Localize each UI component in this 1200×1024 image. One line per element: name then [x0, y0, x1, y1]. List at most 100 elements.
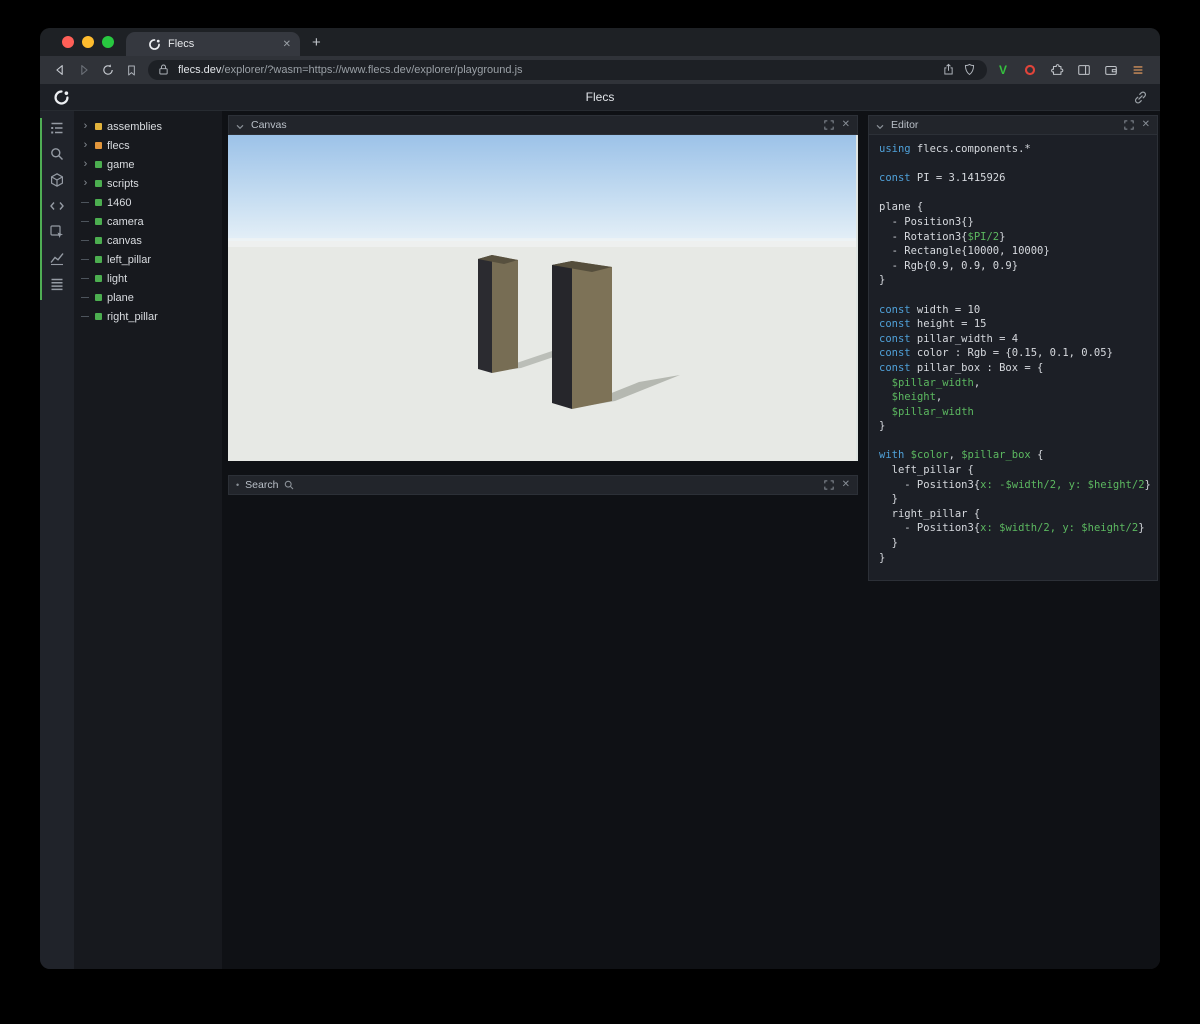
browser-tab[interactable]: Flecs ✕	[126, 32, 300, 56]
sidebar-panel-icon[interactable]	[1076, 62, 1092, 78]
chevron-right-icon[interactable]: ›	[81, 121, 90, 132]
code-line: const pillar_box : Box = {	[879, 361, 1044, 374]
tab-title: Flecs	[168, 38, 195, 50]
code-line: with $color, $pillar_box {	[879, 449, 1044, 462]
tree-item-scripts[interactable]: › scripts	[74, 174, 222, 193]
tree-item-flecs[interactable]: › flecs	[74, 136, 222, 155]
tree-item-assemblies[interactable]: › assemblies	[74, 117, 222, 136]
tree-item-1460[interactable]: 1460	[74, 193, 222, 212]
main-area: Canvas ✕ • Search ✕	[222, 111, 868, 969]
left-pillar-dark-face	[478, 255, 492, 373]
address-bar[interactable]: flecs.dev/explorer/?wasm=https://www.fle…	[148, 60, 987, 80]
expand-panel-icon[interactable]	[822, 479, 836, 491]
tree-guide-line	[81, 221, 90, 222]
code-line: right_pillar {	[879, 507, 981, 520]
chevron-right-icon[interactable]: ›	[81, 159, 90, 170]
tree-item-label: left_pillar	[107, 253, 152, 266]
menu-icon[interactable]	[1130, 62, 1146, 78]
hierarchy-icon[interactable]	[49, 120, 66, 136]
bookmark-icon[interactable]	[120, 64, 142, 77]
canvas-3d-viewport[interactable]	[228, 135, 858, 461]
tree-item-game[interactable]: › game	[74, 155, 222, 174]
code-line: left_pillar {	[879, 464, 974, 477]
red-extension-icon[interactable]	[1022, 62, 1038, 78]
code-line: }	[879, 551, 886, 564]
tree-guide-line	[81, 202, 90, 203]
chevron-right-icon[interactable]: ›	[81, 140, 90, 151]
desktop-background: Flecs ✕ + flecs.dev/explorer/?wasm=https…	[0, 0, 1200, 1024]
tree-item-canvas[interactable]: canvas	[74, 231, 222, 250]
brave-shield-icon[interactable]	[963, 63, 978, 77]
flecs-logo-icon[interactable]	[53, 89, 70, 106]
entity-color-badge	[95, 237, 102, 244]
code-line: using flecs.components.*	[879, 143, 1031, 155]
tab-close-icon[interactable]: ✕	[283, 39, 291, 50]
tree-item-right_pillar[interactable]: right_pillar	[74, 307, 222, 326]
expand-panel-icon[interactable]	[1122, 119, 1136, 131]
new-tab-button[interactable]: +	[312, 34, 321, 51]
entities-icon[interactable]	[49, 172, 66, 188]
chart-icon[interactable]	[49, 250, 66, 266]
app-header: Flecs	[40, 84, 1160, 111]
search-icon[interactable]	[49, 146, 66, 162]
scene-sky	[228, 135, 856, 247]
editor-panel-title: Editor	[891, 119, 919, 131]
entity-color-badge	[95, 313, 102, 320]
code-line: - Position3{x: -$width/2, y: $height/2}	[879, 478, 1151, 491]
expand-panel-icon[interactable]	[822, 119, 836, 131]
url-host: flecs.dev	[178, 64, 222, 76]
chevron-down-icon[interactable]	[876, 121, 885, 130]
close-panel-icon[interactable]: ✕	[842, 120, 850, 130]
canvas-panel: Canvas ✕	[228, 115, 858, 461]
close-panel-icon[interactable]: ✕	[842, 480, 850, 490]
code-icon[interactable]	[49, 198, 66, 214]
code-line: const color : Rgb = {0.15, 0.1, 0.05}	[879, 347, 1113, 360]
zoom-window-button[interactable]	[102, 36, 114, 48]
v-extension-icon[interactable]: V	[995, 62, 1011, 78]
close-window-button[interactable]	[62, 36, 74, 48]
inspector-icon[interactable]	[49, 224, 66, 240]
back-button[interactable]	[48, 59, 72, 81]
statistics-icon[interactable]	[49, 276, 66, 292]
editor-panel-header: Editor ✕	[868, 115, 1158, 135]
tree-guide-line	[81, 259, 90, 260]
search-panel-title: Search	[245, 479, 279, 491]
entity-color-badge	[95, 142, 102, 149]
tree-item-label: scripts	[107, 177, 139, 190]
right-pillar-dark-face	[552, 261, 572, 409]
chevron-down-icon[interactable]	[236, 121, 245, 130]
tree-item-label: assemblies	[107, 120, 163, 133]
code-line: $pillar_width,	[891, 376, 981, 389]
wallet-icon[interactable]	[1103, 62, 1119, 78]
tree-item-camera[interactable]: camera	[74, 212, 222, 231]
tree-item-label: right_pillar	[107, 310, 158, 323]
share-icon[interactable]	[942, 63, 957, 77]
tree-item-plane[interactable]: plane	[74, 288, 222, 307]
code-line: }	[879, 274, 886, 287]
chevron-right-icon[interactable]: ›	[81, 178, 90, 189]
search-magnifier-icon	[284, 480, 295, 491]
reload-button[interactable]	[96, 59, 120, 81]
minimize-window-button[interactable]	[82, 36, 94, 48]
forward-button[interactable]	[72, 59, 96, 81]
panel-bullet-icon[interactable]: •	[236, 480, 239, 490]
tree-guide-line	[81, 297, 90, 298]
share-link-icon[interactable]	[1133, 90, 1148, 105]
tree-item-light[interactable]: light	[74, 269, 222, 288]
browser-tab-bar: Flecs ✕ +	[40, 28, 1160, 56]
code-line: plane {	[879, 201, 924, 214]
lock-icon	[157, 63, 172, 77]
url-text: flecs.dev/explorer/?wasm=https://www.fle…	[178, 64, 523, 76]
close-panel-icon[interactable]: ✕	[1142, 120, 1150, 130]
extensions-puzzle-icon[interactable]	[1049, 62, 1065, 78]
extension-area: V	[995, 62, 1146, 78]
code-line: $height,	[891, 391, 943, 404]
editor-code[interactable]: using flecs.components.* const PI = 3.14…	[868, 135, 1158, 581]
canvas-panel-title: Canvas	[251, 119, 287, 131]
tree-item-left_pillar[interactable]: left_pillar	[74, 250, 222, 269]
tree-item-label: flecs	[107, 139, 130, 152]
flecs-favicon-icon	[148, 38, 161, 51]
